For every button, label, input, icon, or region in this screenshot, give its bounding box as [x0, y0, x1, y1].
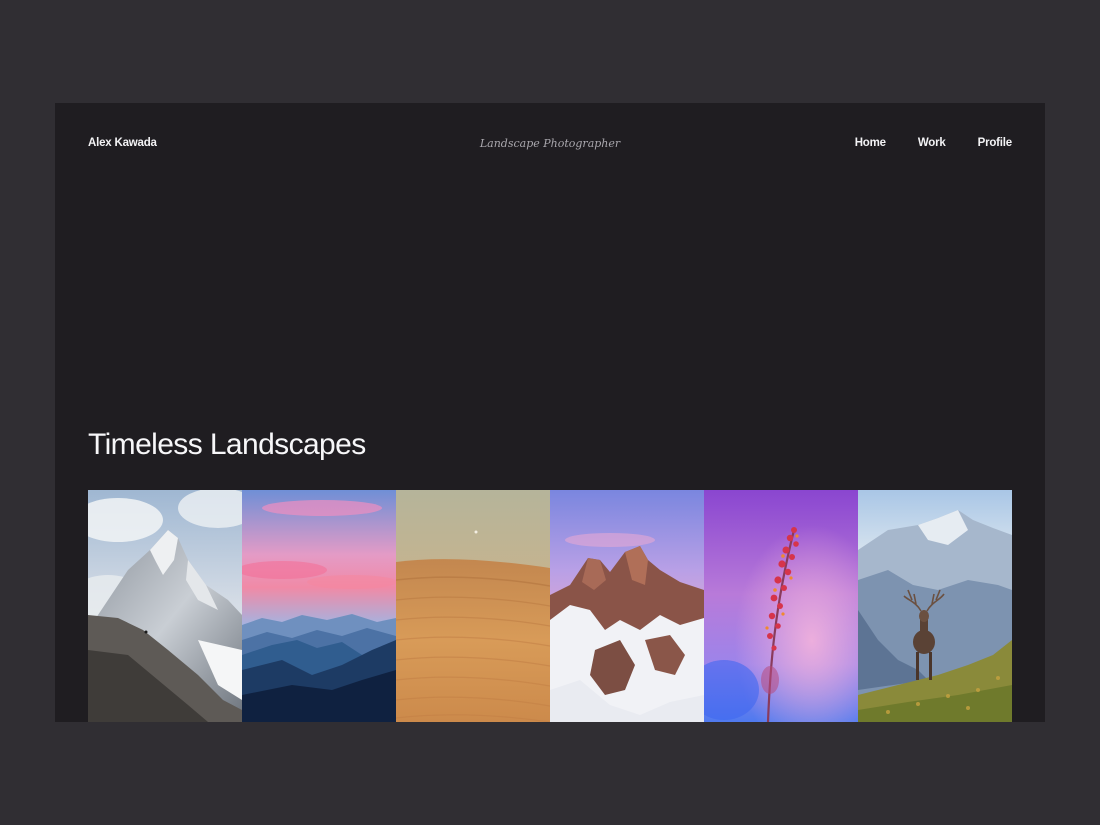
- sunset-mountains-image: [242, 490, 396, 722]
- gallery-photo-sunset-mountains[interactable]: [242, 490, 396, 722]
- gallery-photo-mountain-peak[interactable]: [88, 490, 242, 722]
- gallery-photo-rock-summit[interactable]: [550, 490, 704, 722]
- nav-profile[interactable]: Profile: [978, 137, 1013, 149]
- flower-image: [704, 490, 858, 722]
- gallery-photo-sand-dunes[interactable]: [396, 490, 550, 722]
- photo-gallery: [88, 490, 1012, 722]
- nav-work[interactable]: Work: [918, 137, 946, 149]
- mountain-peak-image: [88, 490, 242, 722]
- main-nav: Home Work Profile: [855, 137, 1012, 149]
- gallery-photo-deer[interactable]: [858, 490, 1012, 722]
- gallery-photo-flower[interactable]: [704, 490, 858, 722]
- sand-dunes-image: [396, 490, 550, 722]
- nav-home[interactable]: Home: [855, 137, 886, 149]
- rock-summit-image: [550, 490, 704, 722]
- site-header: Alex Kawada Landscape Photographer Home …: [88, 137, 1012, 157]
- page-title: Timeless Landscapes: [88, 428, 366, 461]
- site-frame: Alex Kawada Landscape Photographer Home …: [55, 103, 1045, 722]
- deer-image: [858, 490, 1012, 722]
